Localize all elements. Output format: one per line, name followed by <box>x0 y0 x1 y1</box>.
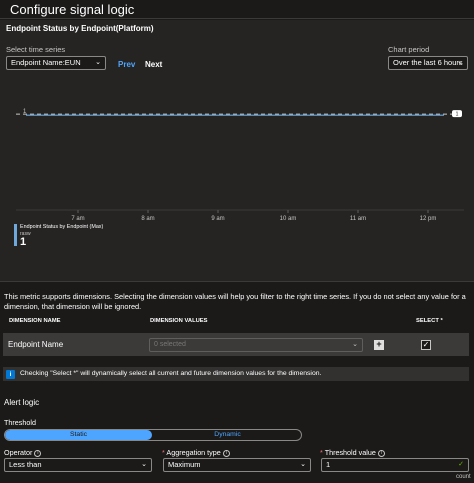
legend-value: 1 <box>20 236 27 248</box>
threshold-static-option[interactable]: Static <box>5 430 152 440</box>
operator-label-wrap: Operator i <box>4 448 42 457</box>
metric-line-chart: 17 am 8 am 9 am 10 am 11 am 12 pm1 <box>16 109 464 222</box>
threshold-label: 1 <box>456 112 459 118</box>
aggregation-label-wrap: * Aggregation type i <box>162 448 230 457</box>
chevron-down-icon: ⌄ <box>457 59 463 66</box>
next-button[interactable]: Next <box>145 60 162 69</box>
operator-value: Less than <box>9 460 42 469</box>
column-select-all: SELECT * <box>416 318 443 324</box>
chevron-down-icon: ⌄ <box>300 461 306 468</box>
threshold-value-label-wrap: * Threshold value i <box>320 448 385 457</box>
chevron-down-icon: ⌄ <box>352 341 358 348</box>
chart-period-dropdown[interactable]: Over the last 6 hours ⌄ <box>388 56 468 70</box>
info-circle-icon: i <box>34 449 42 457</box>
aggregation-value: Maximum <box>168 460 201 469</box>
window-title: Configure signal logic <box>10 2 135 17</box>
required-marker: * <box>162 448 165 457</box>
info-icon: i <box>6 370 15 379</box>
chevron-down-icon: ⌄ <box>95 59 101 66</box>
select-all-checkbox[interactable]: ✓ <box>421 340 431 350</box>
chart-period-value: Over the last 6 hours <box>393 58 463 67</box>
time-series-value: Endpoint Name:EUN <box>11 58 81 67</box>
threshold-label: Threshold <box>4 418 36 427</box>
info-circle-icon: i <box>222 449 230 457</box>
prev-button[interactable]: Prev <box>118 60 135 69</box>
threshold-dynamic-option[interactable]: Dynamic <box>152 430 301 440</box>
info-text: Checking "Select *" will dynamically sel… <box>20 370 322 377</box>
legend-color-swatch <box>14 224 17 246</box>
add-custom-value-button[interactable]: + <box>374 340 384 350</box>
dimension-values-placeholder: 0 selected <box>154 341 186 348</box>
title-divider <box>0 18 474 19</box>
x-tick-label: 11 am <box>350 216 366 222</box>
aggregation-label: Aggregation type <box>166 448 221 457</box>
threshold-value-input[interactable]: 1 ✓ <box>321 458 469 472</box>
threshold-toggle[interactable]: Static Dynamic <box>4 429 302 441</box>
x-tick-label: 8 am <box>141 216 154 222</box>
checkmark-icon: ✓ <box>422 340 430 349</box>
info-circle-icon: i <box>377 449 385 457</box>
x-tick-label: 9 am <box>211 216 224 222</box>
required-marker: * <box>320 448 323 457</box>
column-dimension-name: DIMENSION NAME <box>9 318 61 324</box>
aggregation-dropdown[interactable]: Maximum ⌄ <box>163 458 311 472</box>
chart-period-label: Chart period <box>388 45 430 54</box>
dimension-name: Endpoint Name <box>8 340 64 349</box>
x-tick-label: 10 am <box>280 216 297 222</box>
threshold-unit: count <box>456 474 471 480</box>
threshold-value-text: 1 <box>326 460 331 469</box>
threshold-value-label: Threshold value <box>324 448 376 457</box>
time-series-dropdown[interactable]: Endpoint Name:EUN ⌄ <box>6 56 106 70</box>
dimension-values-dropdown[interactable]: 0 selected ⌄ <box>149 338 363 352</box>
x-tick-label: 12 pm <box>420 216 437 222</box>
column-dimension-values: DIMENSION VALUES <box>150 318 208 324</box>
valid-check-icon: ✓ <box>458 461 464 468</box>
chart-subtitle: Endpoint Status by Endpoint(Platform) <box>6 24 154 33</box>
operator-dropdown[interactable]: Less than ⌄ <box>4 458 152 472</box>
legend-series-name: Endpoint Status by Endpoint (Max) <box>20 224 104 230</box>
x-tick-label: 7 am <box>71 216 84 222</box>
chevron-down-icon: ⌄ <box>141 461 147 468</box>
operator-label: Operator <box>4 448 33 457</box>
dimensions-intro: This metric supports dimensions. Selecti… <box>4 292 466 311</box>
alert-logic-heading: Alert logic <box>4 398 40 407</box>
time-series-label: Select time series <box>6 45 66 54</box>
